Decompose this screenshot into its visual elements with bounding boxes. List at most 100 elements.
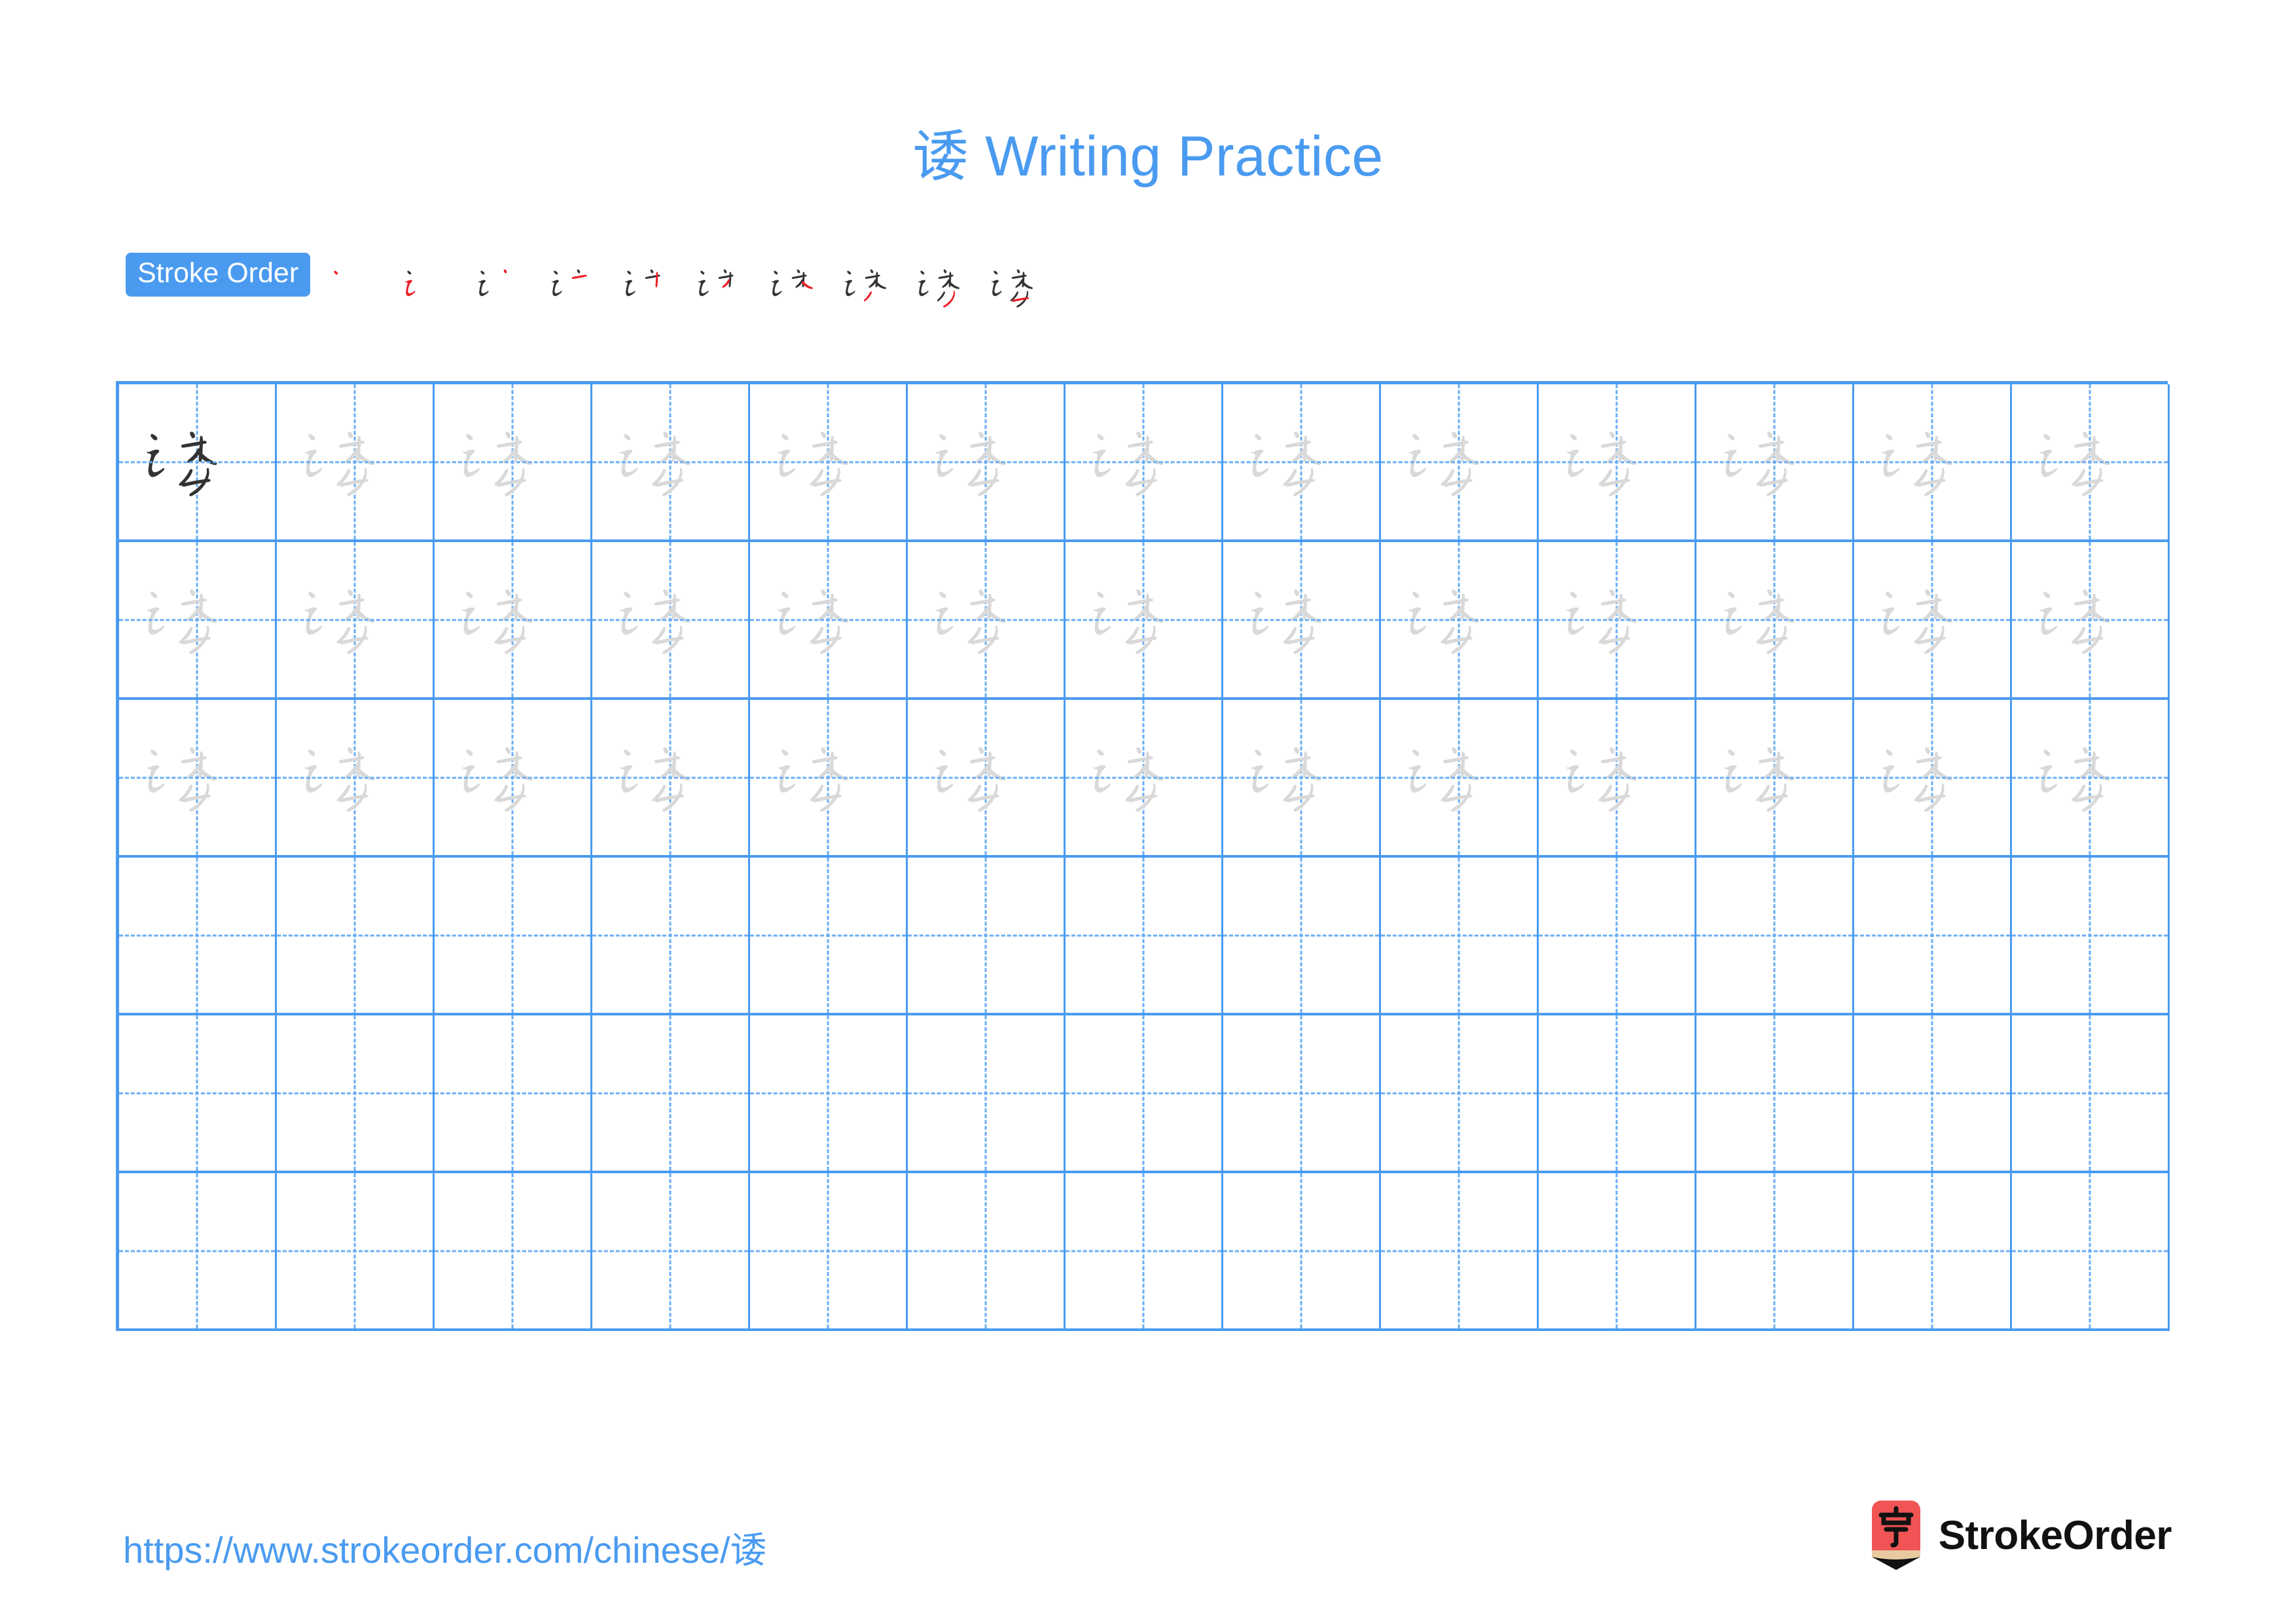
grid-cell-r4-c4[interactable] — [592, 858, 750, 1015]
grid-cell-r6-c5[interactable] — [750, 1173, 908, 1331]
grid-cell-r3-c1[interactable] — [119, 700, 277, 858]
grid-cell-r6-c13[interactable] — [2012, 1173, 2170, 1331]
stroke-step-2 — [398, 251, 471, 324]
grid-cell-r2-c11[interactable] — [1696, 542, 1854, 700]
grid-cell-r2-c12[interactable] — [1854, 542, 2012, 700]
practice-character — [1381, 542, 1537, 697]
grid-cell-r3-c2[interactable] — [277, 700, 435, 858]
grid-cell-r5-c11[interactable] — [1696, 1015, 1854, 1173]
grid-cell-r4-c5[interactable] — [750, 858, 908, 1015]
grid-cell-r3-c6[interactable] — [908, 700, 1066, 858]
practice-character — [1854, 384, 2010, 539]
grid-cell-r1-c12[interactable] — [1854, 384, 2012, 542]
grid-row — [119, 542, 2170, 700]
practice-character — [1696, 700, 1852, 855]
grid-cell-r6-c1[interactable] — [119, 1173, 277, 1331]
grid-cell-r6-c7[interactable] — [1066, 1173, 1223, 1331]
practice-character — [119, 700, 275, 855]
grid-cell-r6-c6[interactable] — [908, 1173, 1066, 1331]
grid-cell-r3-c5[interactable] — [750, 700, 908, 858]
grid-cell-r4-c8[interactable] — [1223, 858, 1381, 1015]
grid-cell-r2-c9[interactable] — [1381, 542, 1539, 700]
grid-cell-r5-c7[interactable] — [1066, 1015, 1223, 1173]
stroke-step-9 — [911, 251, 984, 324]
grid-cell-r2-c4[interactable] — [592, 542, 750, 700]
grid-cell-r5-c1[interactable] — [119, 1015, 277, 1173]
grid-cell-r2-c10[interactable] — [1539, 542, 1696, 700]
practice-character — [1696, 384, 1852, 539]
grid-cell-r5-c2[interactable] — [277, 1015, 435, 1173]
grid-row — [119, 1015, 2170, 1173]
grid-cell-r1-c4[interactable] — [592, 384, 750, 542]
grid-cell-r3-c8[interactable] — [1223, 700, 1381, 858]
practice-character — [1066, 542, 1221, 697]
practice-character — [277, 384, 433, 539]
grid-cell-r5-c12[interactable] — [1854, 1015, 2012, 1173]
grid-cell-r5-c6[interactable] — [908, 1015, 1066, 1173]
grid-cell-r4-c1[interactable] — [119, 858, 277, 1015]
grid-cell-r1-c11[interactable] — [1696, 384, 1854, 542]
grid-cell-r4-c13[interactable] — [2012, 858, 2170, 1015]
grid-cell-r3-c3[interactable] — [435, 700, 592, 858]
grid-cell-r3-c10[interactable] — [1539, 700, 1696, 858]
grid-cell-r5-c5[interactable] — [750, 1015, 908, 1173]
grid-cell-r4-c6[interactable] — [908, 858, 1066, 1015]
grid-cell-r6-c8[interactable] — [1223, 1173, 1381, 1331]
grid-cell-r5-c9[interactable] — [1381, 1015, 1539, 1173]
practice-character — [592, 542, 748, 697]
grid-cell-r2-c8[interactable] — [1223, 542, 1381, 700]
grid-cell-r4-c11[interactable] — [1696, 858, 1854, 1015]
grid-cell-r4-c7[interactable] — [1066, 858, 1223, 1015]
practice-character — [592, 384, 748, 539]
grid-cell-r4-c10[interactable] — [1539, 858, 1696, 1015]
grid-cell-r6-c11[interactable] — [1696, 1173, 1854, 1331]
grid-row — [119, 858, 2170, 1015]
grid-cell-r1-c1[interactable] — [119, 384, 277, 542]
grid-cell-r6-c12[interactable] — [1854, 1173, 2012, 1331]
practice-character — [2012, 384, 2168, 539]
grid-cell-r6-c2[interactable] — [277, 1173, 435, 1331]
grid-cell-r5-c3[interactable] — [435, 1015, 592, 1173]
grid-cell-r1-c9[interactable] — [1381, 384, 1539, 542]
grid-cell-r5-c8[interactable] — [1223, 1015, 1381, 1173]
grid-cell-r1-c6[interactable] — [908, 384, 1066, 542]
grid-cell-r1-c8[interactable] — [1223, 384, 1381, 542]
grid-cell-r3-c9[interactable] — [1381, 700, 1539, 858]
grid-cell-r2-c7[interactable] — [1066, 542, 1223, 700]
grid-cell-r5-c4[interactable] — [592, 1015, 750, 1173]
practice-character — [592, 700, 748, 855]
grid-cell-r2-c13[interactable] — [2012, 542, 2170, 700]
grid-cell-r1-c5[interactable] — [750, 384, 908, 542]
grid-cell-r1-c7[interactable] — [1066, 384, 1223, 542]
grid-cell-r6-c3[interactable] — [435, 1173, 592, 1331]
grid-cell-r2-c1[interactable] — [119, 542, 277, 700]
grid-cell-r4-c2[interactable] — [277, 858, 435, 1015]
grid-cell-r1-c10[interactable] — [1539, 384, 1696, 542]
grid-cell-r3-c13[interactable] — [2012, 700, 2170, 858]
grid-cell-r4-c9[interactable] — [1381, 858, 1539, 1015]
grid-cell-r6-c9[interactable] — [1381, 1173, 1539, 1331]
grid-cell-r5-c13[interactable] — [2012, 1015, 2170, 1173]
grid-cell-r2-c6[interactable] — [908, 542, 1066, 700]
brand-logo[interactable]: StrokeOrder — [1868, 1499, 2172, 1571]
grid-cell-r1-c2[interactable] — [277, 384, 435, 542]
grid-cell-r5-c10[interactable] — [1539, 1015, 1696, 1173]
grid-cell-r3-c7[interactable] — [1066, 700, 1223, 858]
grid-cell-r1-c3[interactable] — [435, 384, 592, 542]
grid-cell-r2-c3[interactable] — [435, 542, 592, 700]
stroke-step-3 — [471, 251, 545, 324]
grid-cell-r3-c11[interactable] — [1696, 700, 1854, 858]
grid-cell-r2-c2[interactable] — [277, 542, 435, 700]
grid-cell-r6-c10[interactable] — [1539, 1173, 1696, 1331]
grid-cell-r6-c4[interactable] — [592, 1173, 750, 1331]
grid-cell-r3-c4[interactable] — [592, 700, 750, 858]
footer-url[interactable]: https://www.strokeorder.com/chinese/诿 — [123, 1521, 767, 1574]
practice-character — [1539, 700, 1695, 855]
grid-cell-r1-c13[interactable] — [2012, 384, 2170, 542]
grid-cell-r4-c12[interactable] — [1854, 858, 2012, 1015]
practice-character — [435, 542, 590, 697]
grid-row — [119, 700, 2170, 858]
grid-cell-r4-c3[interactable] — [435, 858, 592, 1015]
grid-cell-r3-c12[interactable] — [1854, 700, 2012, 858]
grid-cell-r2-c5[interactable] — [750, 542, 908, 700]
